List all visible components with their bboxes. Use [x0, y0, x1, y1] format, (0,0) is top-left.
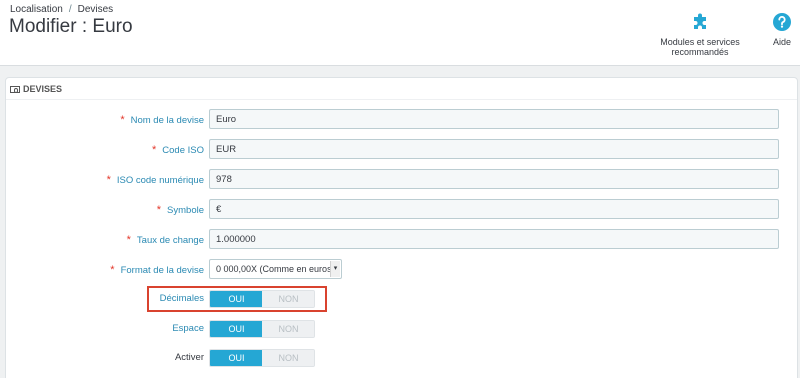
page-header: Localisation / Devises Modifier : Euro Mod… — [0, 0, 800, 66]
spacing-yes-option[interactable]: OUI — [210, 321, 263, 337]
iso-numeric-label: * ISO code numérique — [106, 174, 204, 186]
row-symbol: * Symbole € — [6, 199, 797, 221]
dropdown-arrow-icon: ▾ — [330, 261, 340, 277]
row-iso-numeric: * ISO code numérique 978 — [6, 169, 797, 191]
panel-heading: DEVISES — [6, 78, 797, 100]
required-marker: * — [106, 174, 111, 186]
spacing-no-option[interactable]: NON — [262, 321, 314, 337]
symbol-label: * Symbole — [156, 204, 204, 216]
required-marker: * — [152, 144, 157, 156]
required-marker: * — [110, 264, 115, 276]
currency-name-label: * Nom de la devise — [120, 114, 204, 126]
spacing-label: Espace — [172, 323, 204, 334]
puzzle-icon — [694, 13, 706, 29]
required-marker: * — [156, 204, 162, 216]
help-label: Aide — [772, 37, 791, 47]
row-iso-code: * Code ISO EUR — [6, 139, 797, 161]
row-currency-format: * Format de la devise 0 000,00X (Comme en… — [6, 259, 797, 281]
row-active: Activer OUI NON — [6, 349, 797, 371]
row-spacing: Espace OUI NON — [6, 320, 797, 342]
currency-format-select[interactable]: 0 000,00X (Comme en euros) ▾ — [209, 259, 342, 279]
spacing-toggle[interactable]: OUI NON — [209, 320, 315, 338]
required-marker: * — [126, 234, 131, 246]
page-title: Modifier : Euro — [9, 16, 133, 37]
symbol-input[interactable]: € — [209, 199, 779, 219]
row-decimals: Décimales OUI NON — [6, 290, 797, 312]
breadcrumb-parent[interactable]: Localisation — [10, 4, 63, 15]
money-icon — [10, 86, 20, 93]
recommended-modules-label: Modules et services recommandés — [660, 37, 740, 57]
iso-numeric-input[interactable]: 978 — [209, 169, 779, 189]
decimals-highlight-box — [147, 286, 327, 312]
iso-code-input[interactable]: EUR — [209, 139, 779, 159]
currency-format-label: * Format de la devise — [110, 264, 204, 276]
row-exchange-rate: * Taux de change 1.000000 — [6, 229, 797, 251]
breadcrumb: Localisation / Devises — [10, 4, 114, 15]
breadcrumb-current: Devises — [77, 4, 114, 15]
currency-name-input[interactable]: Euro — [209, 109, 779, 129]
exchange-rate-input[interactable]: 1.000000 — [209, 229, 779, 249]
help-button[interactable]: Aide — [764, 12, 800, 47]
help-icon — [773, 13, 791, 31]
panel-heading-title: DEVISES — [23, 84, 63, 94]
required-marker: * — [120, 114, 125, 126]
active-label: Activer — [174, 352, 204, 363]
exchange-rate-label: * Taux de change — [126, 234, 204, 246]
active-yes-option[interactable]: OUI — [210, 350, 263, 366]
active-toggle[interactable]: OUI NON — [209, 349, 315, 367]
iso-code-label: * Code ISO — [152, 144, 204, 156]
currency-form-panel: DEVISES * Nom de la devise Euro * Code ISO… — [5, 77, 798, 378]
row-currency-name: * Nom de la devise Euro — [6, 109, 797, 131]
active-no-option[interactable]: NON — [262, 350, 314, 366]
recommended-modules-button[interactable]: Modules et services recommandés — [634, 12, 766, 57]
currency-format-value: 0 000,00X (Comme en euros) — [216, 264, 335, 274]
